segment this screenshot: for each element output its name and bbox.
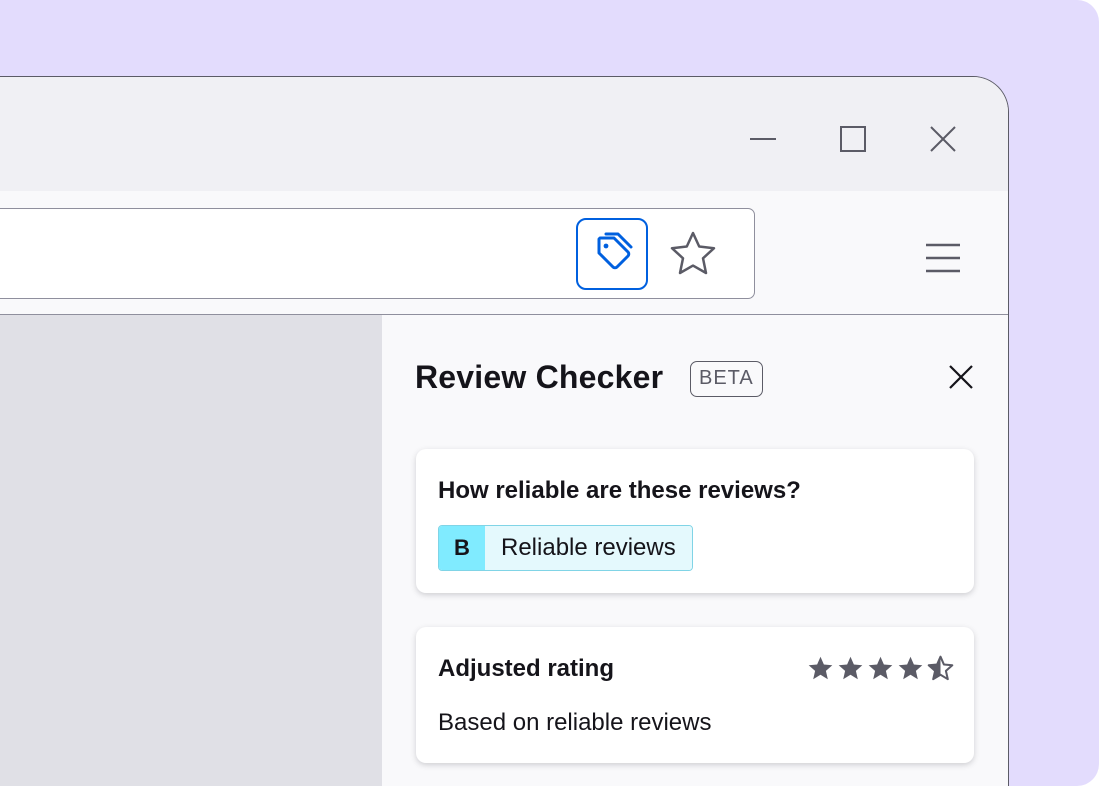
minimize-button[interactable] <box>743 119 783 159</box>
window-close-button[interactable] <box>923 119 963 159</box>
hamburger-menu-icon <box>926 243 960 273</box>
navigation-toolbar <box>0 191 1008 315</box>
title-bar <box>0 77 1008 191</box>
adjusted-rating-card: Adjusted rating Based on reliable review… <box>416 627 974 763</box>
maximize-icon <box>840 126 866 152</box>
grade-letter: B <box>439 526 485 570</box>
star-rating <box>807 655 954 682</box>
sidebar-close-button[interactable] <box>939 355 983 399</box>
url-bar[interactable] <box>0 208 755 299</box>
review-checker-sidebar: Review Checker BETA How reliable are the… <box>382 315 1008 786</box>
star-filled-icon <box>808 656 833 680</box>
maximize-button[interactable] <box>833 119 873 159</box>
close-icon <box>949 365 973 389</box>
star-outline-icon <box>670 231 716 275</box>
adjusted-rating-subtext: Based on reliable reviews <box>438 709 712 736</box>
sidebar-title: Review Checker <box>415 359 664 395</box>
backdrop: Review Checker BETA How reliable are the… <box>0 0 1099 786</box>
price-tag-icon <box>597 232 633 270</box>
review-checker-button[interactable] <box>576 218 648 290</box>
app-menu-button[interactable] <box>913 233 973 283</box>
reliability-card: How reliable are these reviews? B Reliab… <box>416 449 974 593</box>
bookmark-button[interactable] <box>662 223 724 285</box>
reliability-heading: How reliable are these reviews? <box>438 477 801 504</box>
star-half-icon <box>927 655 954 681</box>
minimize-icon <box>750 138 776 140</box>
beta-badge: BETA <box>690 361 763 397</box>
star-filled-icon <box>838 656 863 680</box>
grade-badge: B Reliable reviews <box>438 525 693 571</box>
close-icon <box>930 126 956 152</box>
adjusted-rating-heading: Adjusted rating <box>438 655 615 682</box>
grade-label: Reliable reviews <box>485 526 692 570</box>
browser-window: Review Checker BETA How reliable are the… <box>0 76 1009 786</box>
star-filled-icon <box>868 656 893 680</box>
page-content-area <box>0 315 382 786</box>
star-filled-icon <box>898 656 923 680</box>
